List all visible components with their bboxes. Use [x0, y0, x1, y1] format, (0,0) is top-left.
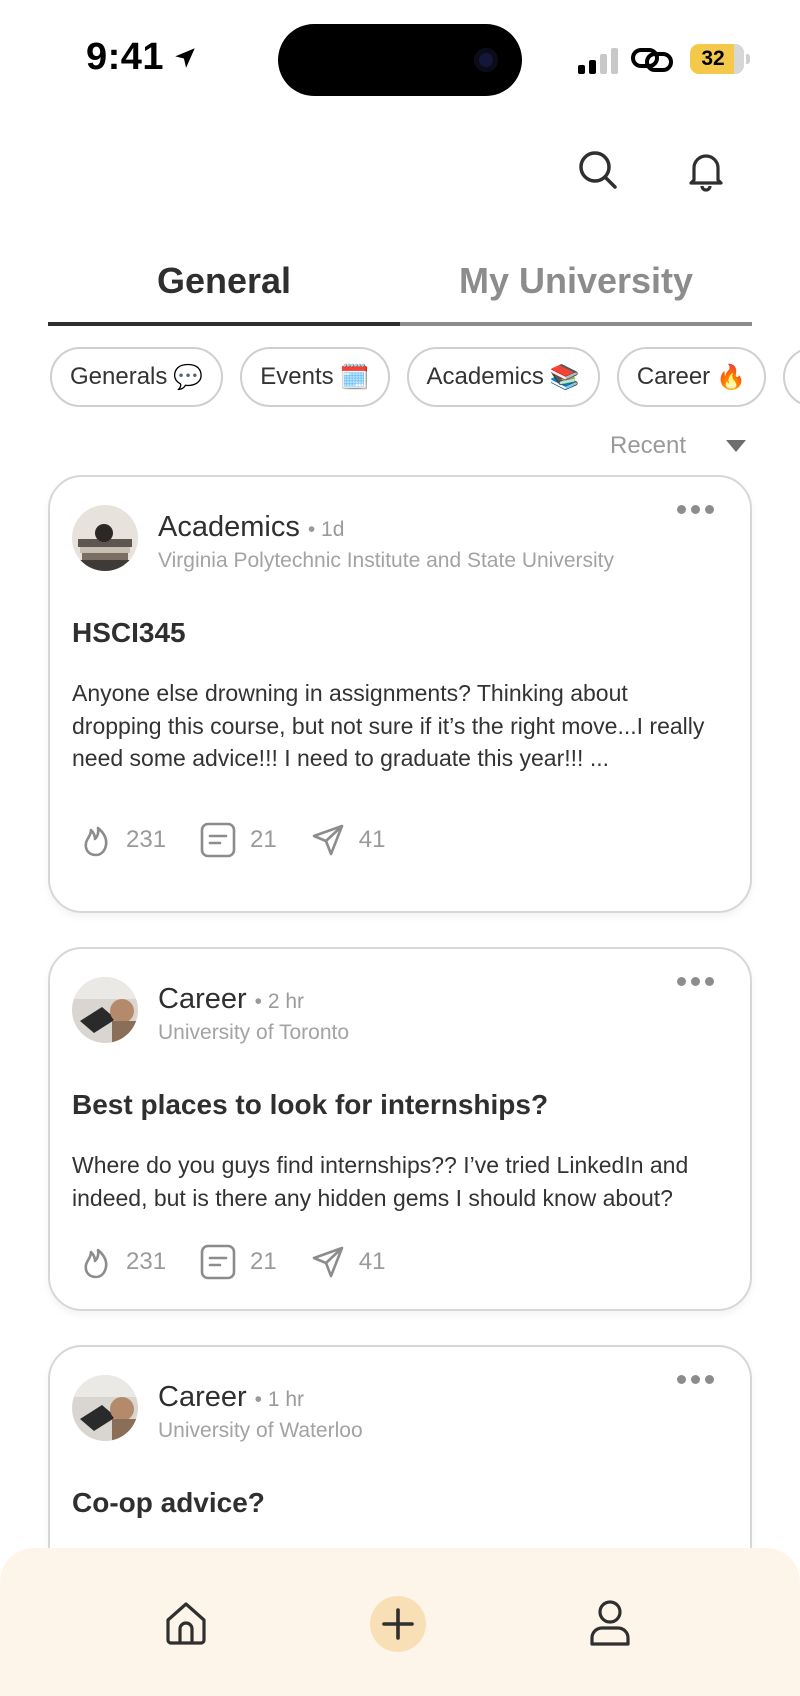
tab-general[interactable]: General [48, 248, 400, 326]
dynamic-island [278, 24, 522, 96]
flame-icon [84, 1248, 108, 1279]
app-screen: 9:41 32 General My University Generals 💬… [0, 0, 800, 1696]
like-count: 231 [126, 1248, 167, 1275]
post-school: Virginia Polytechnic Institute and State… [158, 549, 615, 572]
avatar [72, 1375, 138, 1441]
like-button[interactable]: 231 [80, 1244, 166, 1280]
post-actions: 231 21 41 [80, 1244, 385, 1280]
chip-more[interactable]: Ma [783, 347, 800, 407]
category-chips: Generals 💬 Events 🗓️ Academics 📚 Career … [50, 347, 800, 407]
like-count: 231 [126, 826, 167, 853]
notifications-button[interactable] [682, 146, 730, 194]
chip-academics[interactable]: Academics 📚 [406, 347, 600, 407]
post-card[interactable]: Career • 2 hr University of Toronto Best… [48, 947, 752, 1311]
caret-down-icon [726, 440, 747, 452]
comment-button[interactable]: 21 [200, 822, 277, 858]
post-school: University of Waterloo [158, 1419, 363, 1442]
create-post-button[interactable] [370, 1596, 426, 1652]
more-options-icon[interactable] [677, 1375, 714, 1384]
search-button[interactable] [574, 146, 622, 194]
like-button[interactable]: 231 [80, 822, 166, 858]
fire-icon: 🔥 [716, 363, 747, 391]
post-category[interactable]: Academics [158, 511, 300, 544]
comment-icon [200, 1244, 236, 1280]
avatar [72, 977, 138, 1043]
feed-tabs: General My University [48, 248, 752, 326]
comment-button[interactable]: 21 [200, 1244, 277, 1280]
post-category[interactable]: Career [158, 983, 247, 1016]
post-card[interactable]: Academics • 1d Virginia Polytechnic Inst… [48, 475, 752, 913]
flame-icon [84, 826, 108, 857]
bottom-navigation [0, 1548, 800, 1696]
bell-icon [689, 154, 723, 192]
home-button[interactable] [164, 1600, 208, 1651]
share-count: 41 [358, 1248, 386, 1275]
chip-events[interactable]: Events 🗓️ [240, 347, 390, 407]
chip-generals[interactable]: Generals 💬 [50, 347, 224, 407]
status-time: 9:41 [86, 36, 198, 79]
post-age: • 2 hr [254, 990, 305, 1013]
comment-count: 21 [250, 826, 277, 853]
comment-count: 21 [250, 1248, 277, 1275]
post-body: Where do you guys find internships?? I’v… [72, 1152, 689, 1211]
link-icon [631, 48, 673, 72]
post-school: University of Toronto [158, 1021, 350, 1044]
location-arrow-icon [175, 47, 195, 68]
time-text: 9:41 [86, 36, 165, 78]
share-count: 41 [358, 826, 386, 853]
post-meta: Career • 2 hr [158, 983, 304, 1016]
user-icon [590, 1600, 630, 1646]
more-options-icon[interactable] [677, 977, 714, 986]
chip-career[interactable]: Career 🔥 [616, 347, 767, 407]
cellular-signal-icon [578, 48, 618, 74]
books-icon: 📚 [549, 363, 580, 391]
share-button[interactable]: 41 [311, 823, 386, 857]
home-icon [166, 1602, 206, 1645]
speech-bubble-icon: 💬 [173, 363, 204, 391]
send-icon [312, 1246, 344, 1278]
post-age: • 1d [307, 518, 345, 541]
post-actions: 231 21 41 [80, 822, 385, 858]
share-button[interactable]: 41 [311, 1245, 386, 1279]
battery-level: 32 [701, 47, 725, 70]
post-title: Best places to look for internships? [72, 1089, 549, 1120]
battery-indicator: 32 [690, 44, 750, 74]
chip-label: Career [636, 363, 711, 390]
post-meta: Career • 1 hr [158, 1381, 304, 1414]
more-options-icon[interactable] [677, 505, 714, 514]
post-age: • 1 hr [254, 1388, 305, 1411]
post-title: HSCI345 [72, 617, 186, 648]
status-bar: 9:41 32 [0, 0, 800, 120]
sort-label: Recent [610, 432, 687, 459]
chip-label: Events [260, 363, 334, 390]
chip-label: Academics [426, 363, 544, 390]
post-title: Co-op advice? [72, 1487, 265, 1518]
comment-icon [200, 822, 236, 858]
camera-icon [474, 48, 498, 72]
search-icon [579, 151, 617, 189]
post-meta: Academics • 1d [158, 511, 344, 544]
post-category[interactable]: Career [158, 1381, 247, 1414]
tab-my-university[interactable]: My University [400, 248, 752, 326]
avatar [72, 505, 138, 571]
chip-label: Generals [70, 363, 168, 390]
profile-button[interactable] [588, 1598, 632, 1653]
sort-dropdown[interactable]: Recent [610, 432, 747, 460]
calendar-icon: 🗓️ [339, 363, 370, 391]
send-icon [312, 824, 344, 856]
plus-icon [382, 1608, 414, 1640]
post-body: Anyone else drowning in assignments? Thi… [72, 680, 705, 771]
